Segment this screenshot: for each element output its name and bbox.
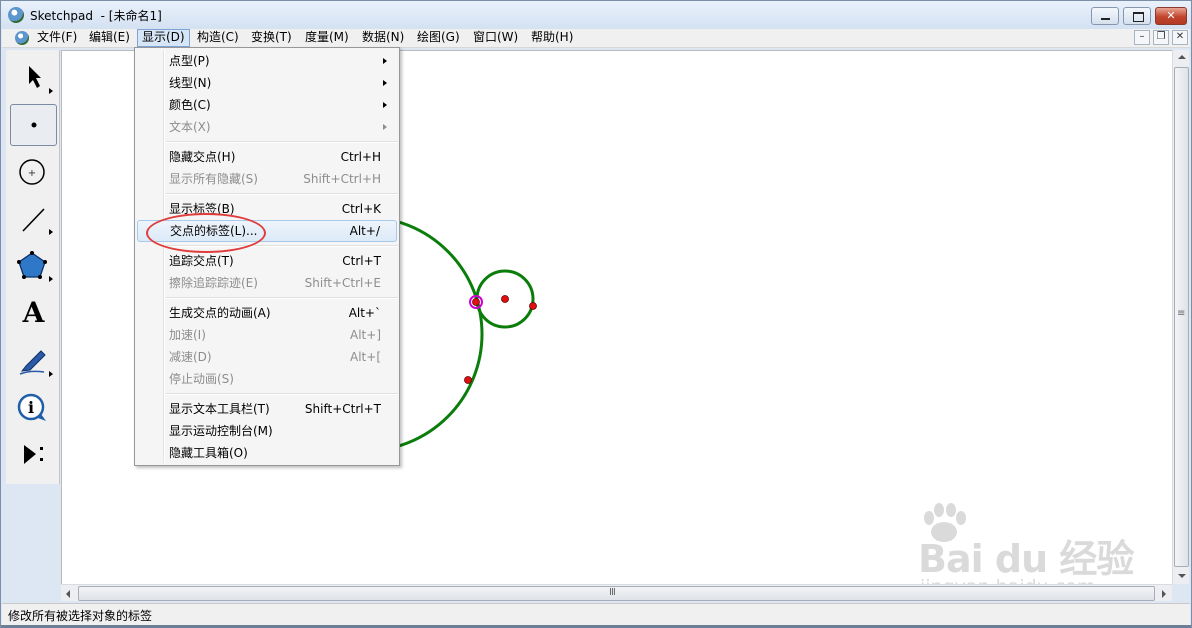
scroll-right-icon[interactable] [1162, 590, 1166, 598]
window-title: Sketchpad - [未命名1] [30, 9, 162, 23]
submenu-arrow-icon [383, 124, 387, 130]
maximize-button[interactable] [1123, 7, 1151, 25]
menu-window[interactable]: 窗口(W) [469, 29, 522, 47]
text-A-icon: A [22, 296, 45, 329]
menu-item-speed-up: 加速(I) Alt+] [169, 328, 381, 342]
menu-item-show-motion-controller[interactable]: 显示运动控制台(M) [137, 420, 397, 442]
display-menu-dropdown: 点型(P) 线型(N) 颜色(C) 文本(X) 隐藏交点(H) Ctrl+H 显示… [134, 47, 400, 466]
menu-separator [166, 393, 398, 395]
small-circle-radius-point[interactable] [529, 302, 537, 310]
menu-separator [166, 297, 398, 299]
app-window: Sketchpad - [未命名1] 文件(F) 编辑(E) 显示(D) 构造(… [0, 0, 1192, 628]
annotation-highlight-ellipse [146, 213, 266, 253]
menu-separator [166, 193, 398, 195]
info-icon: i [17, 393, 46, 421]
circle-icon: + [19, 159, 45, 185]
menu-graph[interactable]: 绘图(G) [413, 29, 464, 47]
menu-bar: 文件(F) 编辑(E) 显示(D) 构造(C) 变换(T) 度量(M) 数据(N… [2, 29, 1190, 48]
intersection-point[interactable] [472, 298, 480, 306]
menu-item-slow-down: 减速(D) Alt+[ [169, 350, 381, 364]
play-dots-icon [24, 445, 43, 464]
title-bar: Sketchpad - [未命名1] [1, 1, 1191, 29]
submenu-arrow-icon [383, 80, 387, 86]
vertical-scroll-thumb[interactable] [1174, 67, 1189, 567]
polygon-tool[interactable] [10, 244, 57, 286]
status-bar: 修改所有被选择对象的标签 [2, 603, 1190, 625]
marker-tool[interactable] [10, 339, 57, 381]
menu-item-point-style[interactable]: 点型(P) [137, 50, 397, 72]
menu-data[interactable]: 数据(N) [358, 29, 408, 47]
information-tool[interactable]: i [10, 386, 57, 428]
svg-text:i: i [28, 398, 34, 417]
menu-separator [166, 141, 398, 143]
menu-item-hide-intersection[interactable]: 隐藏交点(H) Ctrl+H [137, 146, 397, 168]
menu-help[interactable]: 帮助(H) [527, 29, 577, 47]
submenu-arrow-icon [383, 102, 387, 108]
status-text: 修改所有被选择对象的标签 [8, 609, 153, 623]
menu-item-show-text-toolbar[interactable]: 显示文本工具栏(T) Shift+Ctrl+T [137, 398, 397, 420]
toolbox: + A i [6, 50, 60, 484]
straightedge-tool[interactable] [10, 197, 57, 239]
menu-edit[interactable]: 编辑(E) [85, 29, 134, 47]
large-circle-point[interactable] [464, 376, 472, 384]
custom-tool[interactable] [10, 433, 57, 475]
doc-close-button[interactable]: ✕ [1172, 30, 1188, 45]
doc-restore-button[interactable]: ❐ [1153, 30, 1169, 45]
svg-text:+: + [28, 168, 36, 179]
close-button[interactable] [1155, 7, 1187, 25]
sketchpad-app-icon [8, 7, 24, 23]
point-tool[interactable] [10, 104, 57, 146]
watermark-brand: Bai du 经验 [918, 537, 1134, 581]
horizontal-scrollbar[interactable] [61, 584, 1172, 601]
menu-item-stop-animation: 停止动画(S) [169, 372, 234, 386]
scroll-down-icon[interactable] [1178, 574, 1186, 578]
minimize-button[interactable] [1091, 7, 1119, 25]
scroll-up-icon[interactable] [1178, 55, 1186, 59]
vertical-scrollbar[interactable] [1172, 50, 1189, 584]
arrow-tool[interactable] [10, 56, 57, 98]
menu-item-erase-traces: 擦除追踪踪迹(E) Shift+Ctrl+E [169, 276, 381, 290]
menu-item-trace-intersection[interactable]: 追踪交点(T) Ctrl+T [137, 250, 397, 272]
menu-transform[interactable]: 变换(T) [247, 29, 296, 47]
menu-display[interactable]: 显示(D) [137, 29, 190, 47]
menu-item-animate-intersection[interactable]: 生成交点的动画(A) Alt+` [137, 302, 397, 324]
menu-measure[interactable]: 度量(M) [301, 29, 353, 47]
text-tool[interactable]: A [10, 292, 57, 334]
doc-minimize-button[interactable]: – [1134, 30, 1150, 45]
menu-item-text: 文本(X) [137, 116, 397, 138]
menu-construct[interactable]: 构造(C) [193, 29, 243, 47]
menu-item-line-style[interactable]: 线型(N) [137, 72, 397, 94]
menu-item-hide-toolbox[interactable]: 隐藏工具箱(O) [137, 442, 397, 464]
submenu-arrow-icon [383, 58, 387, 64]
menu-item-color[interactable]: 颜色(C) [137, 94, 397, 116]
point-icon [31, 122, 37, 128]
menu-file[interactable]: 文件(F) [33, 29, 81, 47]
horizontal-scroll-thumb[interactable] [78, 586, 1155, 601]
scroll-left-icon[interactable] [66, 590, 70, 598]
menu-item-show-all-hidden: 显示所有隐藏(S) Shift+Ctrl+H [169, 172, 381, 186]
compass-tool[interactable]: + [10, 150, 57, 192]
document-icon[interactable] [15, 31, 29, 45]
small-circle-center-point[interactable] [501, 295, 509, 303]
